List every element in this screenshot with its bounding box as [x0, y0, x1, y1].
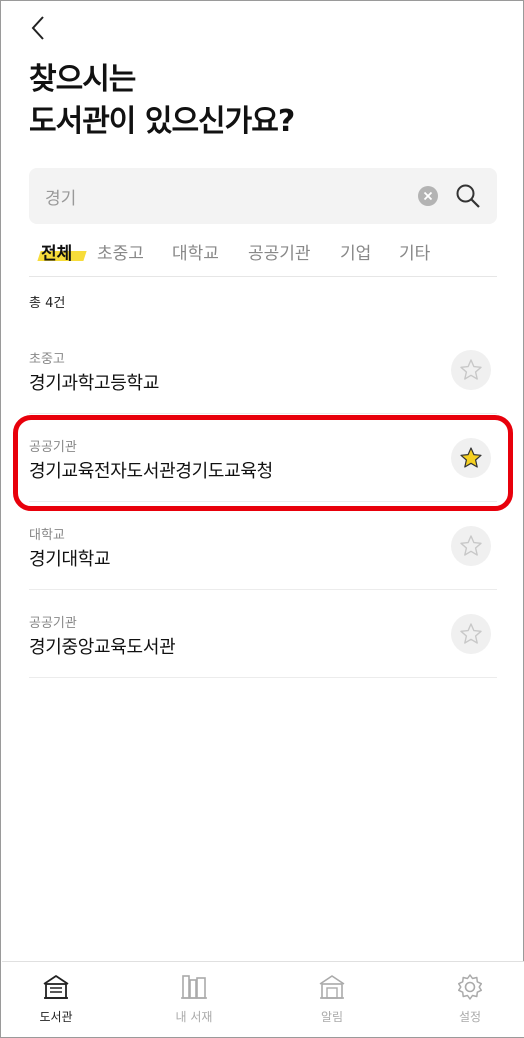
category-tabs: 전체 초중고 대학교 공공기관 기업 기타: [29, 235, 497, 277]
divider: [29, 677, 497, 678]
page-title: 찾으시는 도서관이 있으신가요?: [29, 59, 295, 143]
tab-university[interactable]: 대학교: [172, 239, 219, 264]
nav-label: 내 서재: [175, 1010, 213, 1024]
back-button[interactable]: [23, 13, 53, 43]
favorite-button[interactable]: [451, 614, 491, 654]
nav-label: 도서관: [39, 1010, 73, 1024]
settings-icon: [457, 974, 483, 1000]
search-icon: [456, 184, 480, 208]
tab-elementary-middle-high[interactable]: 초중고: [97, 239, 144, 264]
page-title-line1: 찾으시는: [29, 62, 136, 97]
star-outline-icon: [460, 623, 482, 644]
list-item[interactable]: 초중고 경기과학고등학교: [29, 326, 497, 414]
nav-item-my-shelf[interactable]: 내 서재: [154, 968, 234, 1032]
app-frame: 찾으시는 도서관이 있으신가요? 전체 초중고 대학교: [0, 0, 524, 1038]
clear-icon: [423, 191, 433, 201]
library-icon: [43, 975, 69, 999]
nav-item-library[interactable]: 도서관: [16, 968, 96, 1032]
nav-label: 설정: [458, 1010, 482, 1024]
notification-icon: [319, 975, 345, 999]
search-button[interactable]: [455, 183, 481, 209]
library-name: 경기중앙교육도서관: [29, 637, 176, 658]
tab-other[interactable]: 기타: [399, 239, 430, 264]
list-item[interactable]: 공공기관 경기중앙교육도서관: [29, 590, 497, 678]
selection-highlight: [13, 415, 513, 511]
nav-item-settings[interactable]: 설정: [430, 968, 510, 1032]
list-item[interactable]: 대학교 경기대학교: [29, 502, 497, 590]
library-category: 초중고: [29, 352, 65, 367]
search-input[interactable]: [45, 168, 405, 224]
nav-label: 알림: [320, 1010, 344, 1024]
tab-label: 초중고: [97, 244, 144, 264]
tab-label: 대학교: [172, 244, 219, 264]
tab-label: 기타: [399, 244, 431, 264]
star-outline-icon: [460, 535, 482, 556]
nav-item-notifications[interactable]: 알림: [292, 968, 372, 1032]
page-title-line2: 도서관이 있으신가요?: [29, 104, 295, 139]
tab-label: 공공기관: [248, 244, 311, 264]
star-outline-icon: [460, 359, 482, 380]
library-name: 경기대학교: [29, 549, 111, 570]
tab-all[interactable]: 전체: [37, 239, 87, 264]
tab-label: 기업: [340, 244, 372, 264]
chevron-left-icon: [31, 16, 44, 40]
favorite-button[interactable]: [451, 350, 491, 390]
clear-search-button[interactable]: [418, 186, 438, 206]
tab-public-institution[interactable]: 공공기관: [248, 239, 311, 264]
bookshelf-icon: [181, 975, 207, 999]
result-count: 총 4건: [29, 296, 66, 311]
library-category: 공공기관: [29, 616, 77, 631]
tab-label: 전체: [41, 244, 73, 264]
search-bar: [29, 168, 497, 224]
bottom-nav: 도서관 내 서재 알림 설정: [2, 961, 524, 1037]
tab-company[interactable]: 기업: [340, 239, 371, 264]
library-name: 경기과학고등학교: [29, 373, 160, 394]
favorite-button[interactable]: [451, 526, 491, 566]
library-category: 대학교: [29, 528, 65, 543]
